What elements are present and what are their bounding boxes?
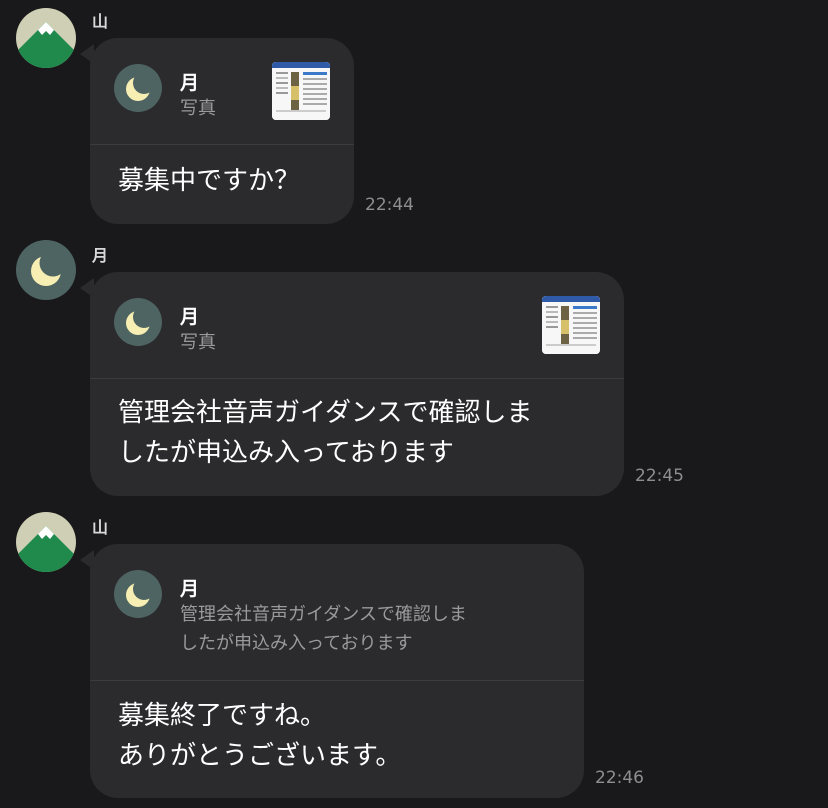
quote-preview: 写真 <box>180 332 216 353</box>
moon-avatar-icon <box>114 570 162 618</box>
mountain-avatar-icon[interactable] <box>16 512 76 572</box>
moon-avatar-icon[interactable] <box>16 240 76 300</box>
moon-avatar-icon <box>114 64 162 112</box>
quote-divider <box>90 144 354 145</box>
message-bubble[interactable]: 月 管理会社音声ガイダンスで確認しま したが申込み入っております 募集終了ですね… <box>90 544 584 798</box>
quote-divider <box>90 378 624 379</box>
quote-preview: 写真 <box>180 98 216 119</box>
mountain-avatar-icon[interactable] <box>16 8 76 68</box>
message-timestamp: 22:44 <box>365 195 414 215</box>
message-timestamp: 22:46 <box>595 768 644 788</box>
quote-sender-name: 月 <box>180 72 200 94</box>
moon-avatar-icon <box>114 298 162 346</box>
sender-name: 月 <box>92 246 109 265</box>
message-bubble[interactable]: 月 写真 <box>90 38 354 224</box>
quote-sender-name: 月 <box>180 578 200 600</box>
quote-preview: 管理会社音声ガイダンスで確認しま したが申込み入っております <box>180 604 467 654</box>
photo-thumbnail[interactable] <box>272 62 330 120</box>
message-text: 管理会社音声ガイダンスで確認しま したが申込み入っております <box>118 398 533 468</box>
message-text: 募集中ですか？ <box>118 166 301 196</box>
sender-name: 山 <box>92 518 109 537</box>
message-bubble[interactable]: 月 写真 <box>90 272 624 496</box>
sender-name: 山 <box>92 12 109 31</box>
photo-thumbnail[interactable] <box>542 296 600 354</box>
message-text: 募集終了ですね。 ありがとうございます。 <box>118 701 402 771</box>
quote-sender-name: 月 <box>180 306 200 328</box>
message-timestamp: 22:45 <box>635 466 684 486</box>
quote-divider <box>90 680 584 681</box>
